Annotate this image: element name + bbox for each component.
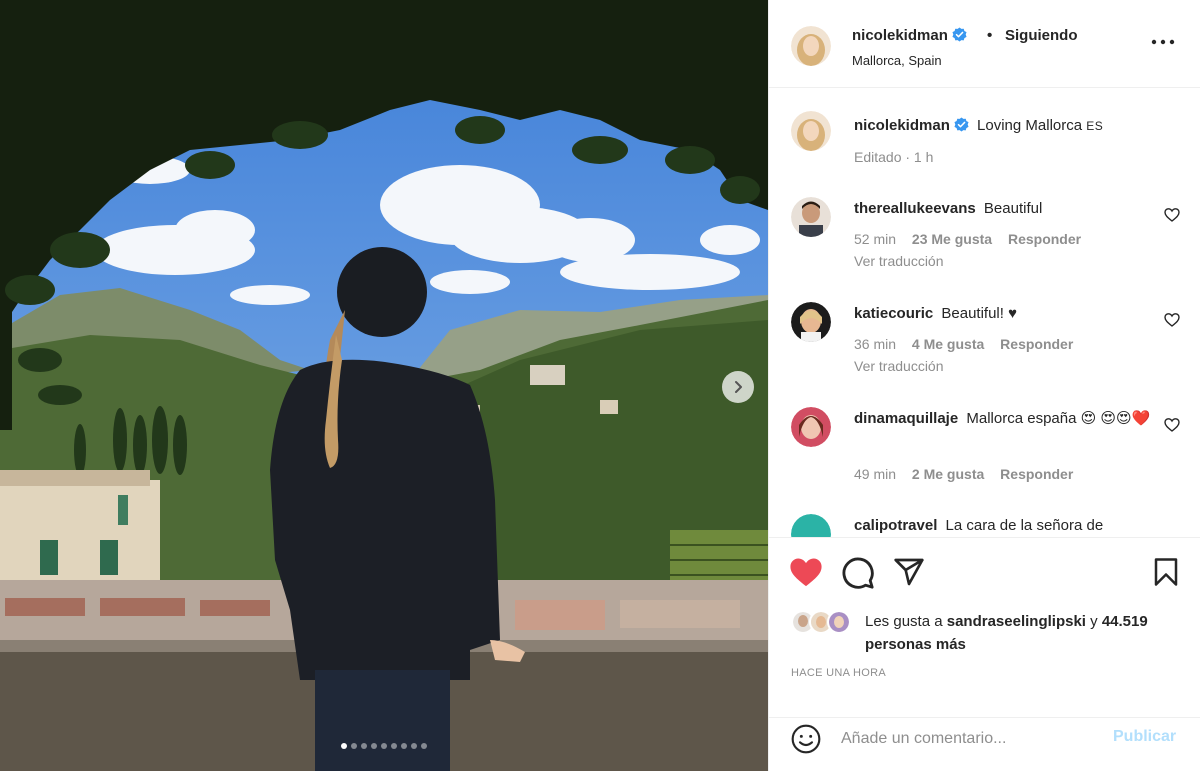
commenter-avatar[interactable] xyxy=(791,407,831,447)
carousel-dot xyxy=(421,743,427,749)
comment-likes[interactable]: 4 Me gusta xyxy=(912,336,984,352)
caption-text: Loving Mallorca xyxy=(977,117,1083,134)
comment-likes[interactable]: 2 Me gusta xyxy=(912,466,984,482)
chevron-right-icon xyxy=(735,381,742,393)
mallorca-photo xyxy=(0,0,768,771)
liker-avatar xyxy=(827,610,851,634)
commenter-avatar[interactable] xyxy=(791,197,831,237)
comment-reply-button[interactable]: Responder xyxy=(1000,336,1073,352)
comments-list[interactable]: nicolekidman Loving Mallorca ES Editado … xyxy=(769,89,1200,537)
carousel-dot xyxy=(401,743,407,749)
translate-link[interactable]: Ver traducción xyxy=(854,253,944,269)
post-location[interactable]: Mallorca, Spain xyxy=(852,53,942,68)
like-filled-icon[interactable] xyxy=(789,556,823,588)
comment-username[interactable]: katiecouric xyxy=(854,305,933,322)
emoji-icon[interactable] xyxy=(790,723,822,755)
post-timestamp[interactable]: HACE UNA HORA xyxy=(791,667,886,679)
verified-icon xyxy=(954,117,969,132)
author-avatar[interactable] xyxy=(791,26,831,66)
post-actions: Les gusta a sandraseelinglipski y 44.519… xyxy=(769,537,1200,717)
header-separator: • xyxy=(987,27,993,44)
commenter-avatar-image xyxy=(791,514,831,537)
comment-text: La cara de la señora de xyxy=(945,517,1104,534)
comment-time[interactable]: 52 min xyxy=(854,231,896,247)
likes-text: Les gusta a sandraseelinglipski y 44.519… xyxy=(865,613,1148,653)
comment-likes[interactable]: 23 Me gusta xyxy=(912,231,992,247)
author-username[interactable]: nicolekidman xyxy=(852,27,967,44)
carousel-dot xyxy=(361,743,367,749)
comment-input[interactable] xyxy=(841,726,1091,752)
carousel-dot xyxy=(371,743,377,749)
comment-line: thereallukeevans Beautiful xyxy=(854,197,1164,221)
comment-icon[interactable] xyxy=(841,556,875,590)
comment-text: Beautiful! ♥ xyxy=(941,305,1018,322)
next-slide-button[interactable] xyxy=(722,371,754,403)
verified-icon xyxy=(952,27,967,42)
publish-button[interactable]: Publicar xyxy=(1113,728,1176,746)
comment-line: calipotravel La cara de la señora de xyxy=(854,514,1164,537)
author-avatar-image xyxy=(791,26,831,66)
comment-time[interactable]: 36 min xyxy=(854,336,896,352)
comment-time[interactable]: 49 min xyxy=(854,466,896,482)
post-photo[interactable] xyxy=(0,0,768,771)
add-comment-bar: Publicar xyxy=(769,717,1200,771)
caption-avatar[interactable] xyxy=(791,111,831,151)
carousel-dot xyxy=(381,743,387,749)
flag-es: ES xyxy=(1086,119,1104,133)
comment-username[interactable]: thereallukeevans xyxy=(854,200,976,217)
comment-line: katiecouric Beautiful! ♥ xyxy=(854,302,1164,326)
post-side-panel: nicolekidman • Siguiendo Mallorca, Spain… xyxy=(768,0,1200,771)
caption-line: nicolekidman Loving Mallorca ES xyxy=(854,114,1164,138)
commenter-avatar-image xyxy=(791,197,831,237)
more-options-icon[interactable] xyxy=(1149,34,1177,50)
caption-meta: Editado · 1 h xyxy=(854,149,934,165)
carousel-dot xyxy=(411,743,417,749)
commenter-avatar[interactable] xyxy=(791,514,831,537)
comment-text: Beautiful xyxy=(983,200,1043,217)
comment-meta: 49 min 2 Me gusta Responder xyxy=(854,466,1085,482)
comment-like-icon[interactable] xyxy=(1164,312,1180,328)
comment-reply-button[interactable]: Responder xyxy=(1000,466,1073,482)
carousel-dot xyxy=(341,743,347,749)
comment-line: dinamaquillaje Mallorca españa 😍 😍😍❤️ xyxy=(854,407,1164,431)
comment-like-icon[interactable] xyxy=(1164,417,1180,433)
post-header: nicolekidman • Siguiendo Mallorca, Spain xyxy=(769,0,1200,88)
carousel-indicator xyxy=(0,743,768,749)
comment-username[interactable]: dinamaquillaje xyxy=(854,410,958,427)
comment-username[interactable]: calipotravel xyxy=(854,517,937,534)
comment-text: Mallorca españa 😍 😍😍❤️ xyxy=(966,410,1151,427)
share-icon[interactable] xyxy=(893,556,925,588)
comment-like-icon[interactable] xyxy=(1164,207,1180,223)
liker-username[interactable]: sandraseelinglipski xyxy=(947,613,1086,630)
commenter-avatar-image xyxy=(791,302,831,342)
comment-meta: 52 min 23 Me gusta Responder xyxy=(854,231,1093,247)
commenter-avatar[interactable] xyxy=(791,302,831,342)
caption-username[interactable]: nicolekidman xyxy=(854,117,969,134)
following-button[interactable]: Siguiendo xyxy=(1005,27,1078,44)
carousel-dot xyxy=(391,743,397,749)
translate-link[interactable]: Ver traducción xyxy=(854,358,944,374)
carousel-dot xyxy=(351,743,357,749)
comment-reply-button[interactable]: Responder xyxy=(1008,231,1081,247)
commenter-avatar-image xyxy=(791,407,831,447)
save-bookmark-icon[interactable] xyxy=(1153,557,1179,587)
caption-avatar-image xyxy=(791,111,831,151)
comment-meta: 36 min 4 Me gusta Responder xyxy=(854,336,1085,352)
